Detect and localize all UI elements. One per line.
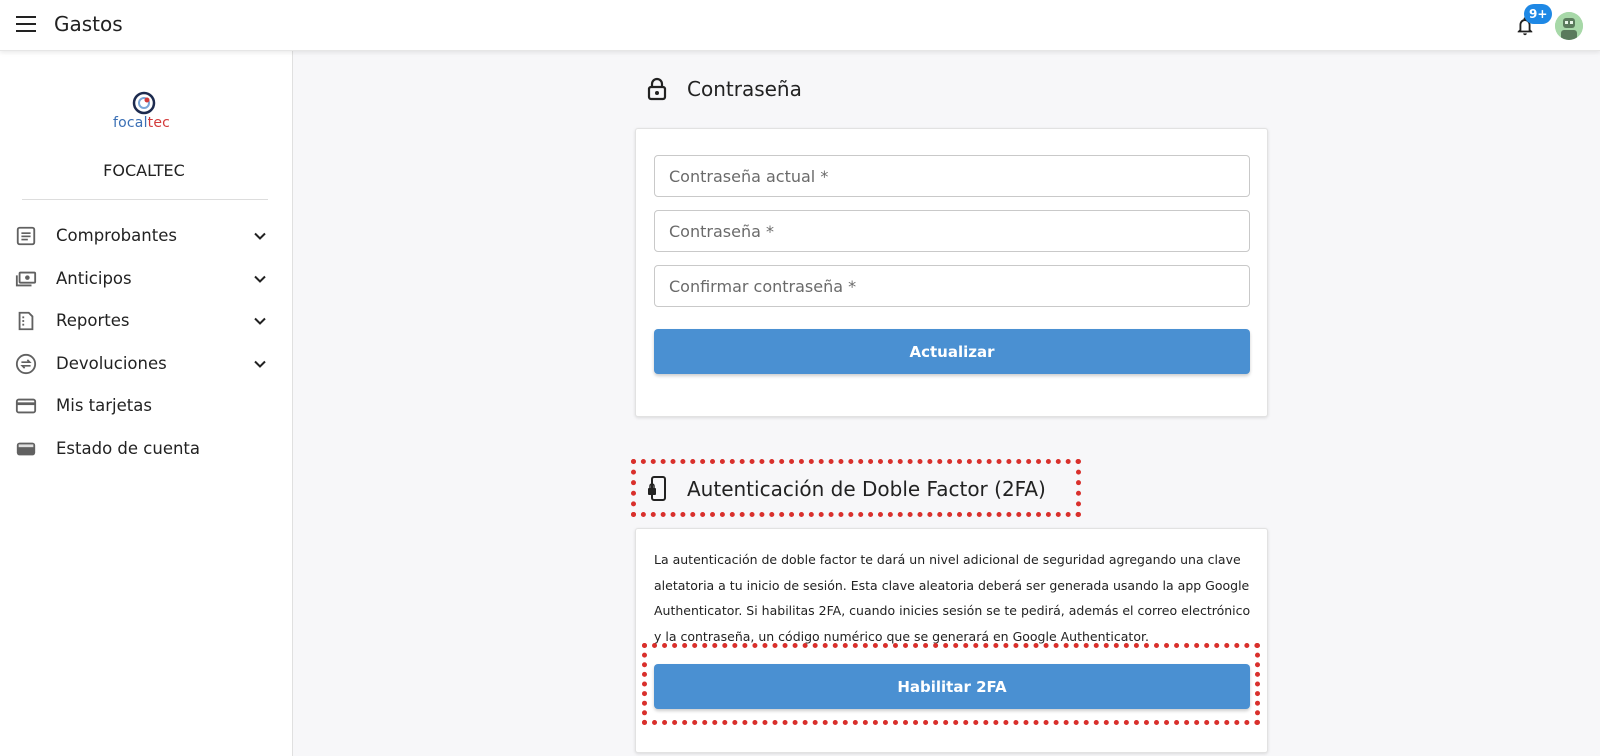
- chevron-down-icon[interactable]: [252, 356, 268, 372]
- sidebar-item-mis-tarjetas[interactable]: Mis tarjetas: [0, 385, 293, 428]
- sidebar-item-anticipos[interactable]: Anticipos: [0, 258, 293, 301]
- new-password-input[interactable]: [655, 211, 1249, 251]
- report-icon: [18, 311, 34, 331]
- chevron-down-icon[interactable]: [252, 271, 268, 287]
- update-password-button[interactable]: Actualizar: [654, 329, 1250, 374]
- chevron-down-icon[interactable]: [252, 228, 268, 244]
- sidebar-item-estado-de-cuenta[interactable]: Estado de cuenta: [0, 428, 293, 471]
- confirm-password-input[interactable]: [655, 266, 1249, 306]
- top-app-bar: Gastos 9+: [0, 0, 1600, 51]
- sidebar: focaltec FOCALTEC Comprobantes Anticipos: [0, 51, 293, 756]
- credit-card-icon: [15, 398, 37, 414]
- phone-lock-icon: [648, 476, 666, 501]
- sidebar-item-reportes[interactable]: Reportes: [0, 300, 293, 343]
- swap-icon: [15, 353, 37, 374]
- current-password-input[interactable]: [655, 156, 1249, 196]
- organization-name: FOCALTEC: [103, 161, 185, 180]
- password-section-header: Contraseña: [647, 77, 802, 101]
- new-password-field[interactable]: [654, 210, 1250, 252]
- lock-icon: [647, 77, 667, 101]
- sidebar-item-label: Anticipos: [56, 268, 132, 288]
- wallet-icon: [16, 442, 36, 455]
- sidebar-item-label: Estado de cuenta: [56, 438, 201, 458]
- password-card: Actualizar: [635, 128, 1268, 417]
- chevron-down-icon[interactable]: [252, 313, 268, 329]
- cash-icon: [15, 271, 37, 286]
- notification-badge: 9+: [1524, 4, 1553, 24]
- current-password-field[interactable]: [654, 155, 1250, 197]
- sidebar-item-label: Devoluciones: [56, 353, 167, 373]
- logo-text: focaltec: [113, 115, 171, 131]
- twofa-card: La autenticación de doble factor te dará…: [635, 528, 1268, 753]
- sidebar-item-comprobantes[interactable]: Comprobantes: [0, 215, 293, 258]
- receipt-icon: [16, 226, 36, 246]
- sidebar-item-label: Comprobantes: [56, 226, 177, 245]
- hamburger-menu-icon[interactable]: [16, 16, 36, 34]
- app-title: Gastos: [54, 12, 123, 36]
- password-section-title: Contraseña: [687, 77, 802, 101]
- confirm-password-field[interactable]: [654, 265, 1250, 307]
- twofa-description: La autenticación de doble factor te dará…: [654, 552, 1251, 644]
- sidebar-item-devoluciones[interactable]: Devoluciones: [0, 343, 293, 386]
- sidebar-divider: [22, 199, 268, 200]
- twofa-section-title: Autenticación de Doble Factor (2FA): [687, 477, 1046, 501]
- twofa-section-header: Autenticación de Doble Factor (2FA): [647, 476, 1046, 502]
- sidebar-item-label: Reportes: [56, 311, 130, 330]
- sidebar-nav: Comprobantes Anticipos Reportes Devoluci…: [0, 215, 293, 470]
- enable-2fa-button[interactable]: Habilitar 2FA: [654, 664, 1250, 709]
- user-avatar[interactable]: [1555, 12, 1583, 40]
- sidebar-item-label: Mis tarjetas: [56, 396, 152, 415]
